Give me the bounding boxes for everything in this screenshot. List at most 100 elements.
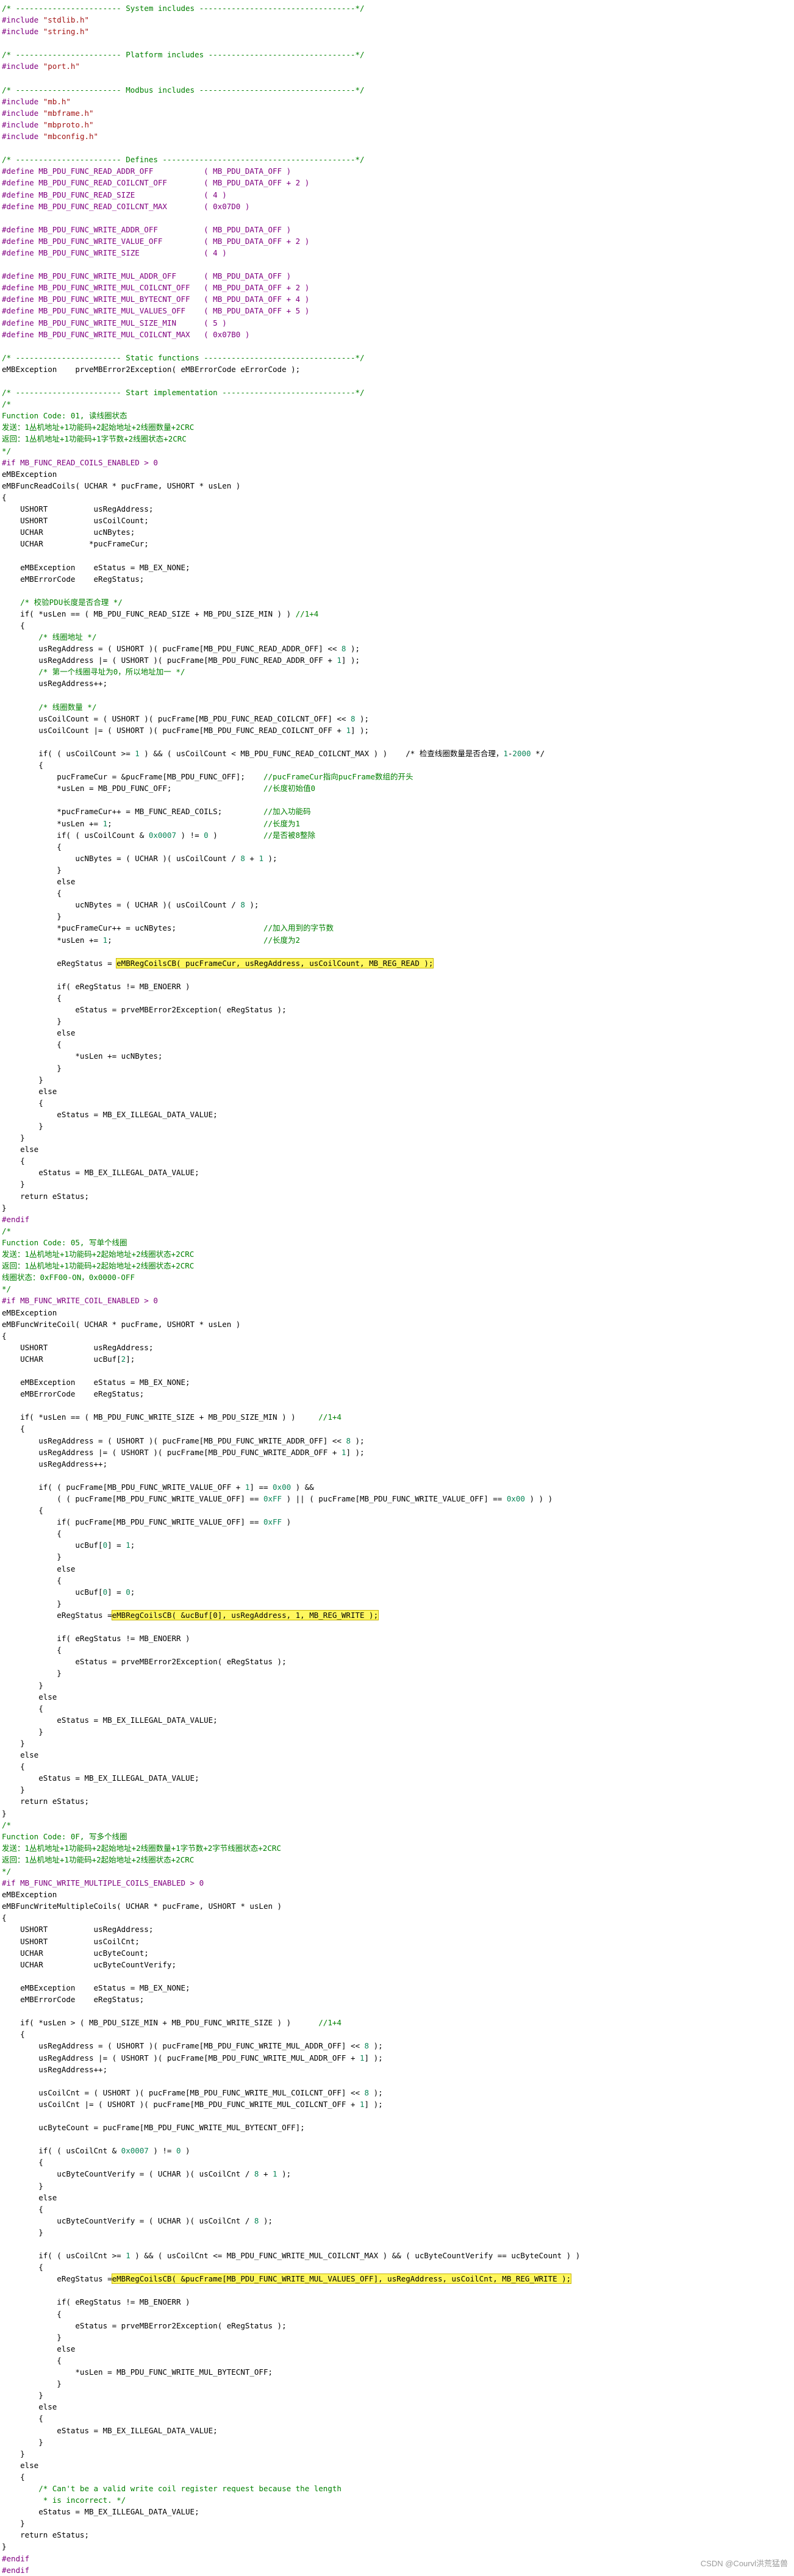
code-line: } (2, 1017, 62, 1026)
code-line: #include "mb.h" (2, 96, 71, 106)
code-line: else (2, 1564, 76, 1573)
code-line: else (2, 1145, 39, 1154)
code-line: ucBuf[0] = 0; (2, 1587, 135, 1597)
code-line: */ (2, 446, 12, 456)
code-line: { (2, 1156, 25, 1166)
code-line: { (2, 760, 43, 770)
highlighted-callback-call: eMBRegCoilsCB( pucFrameCur, usRegAddress… (116, 957, 434, 968)
code-line: eMBException eStatus = MB_EX_NONE; (2, 1378, 190, 1387)
code-line: 返回：1丛机地址+1功能码+2起始地址+2线圈状态+2CRC (2, 1855, 195, 1864)
code-line: * is incorrect. */ (2, 2496, 126, 2505)
code-line: eMBException (2, 1308, 57, 1317)
code-line: usCoilCount = ( USHORT )( pucFrame[MB_PD… (2, 714, 370, 723)
code-line: /* Can't be a valid write coil register … (2, 2483, 342, 2493)
code-line: Function Code: 05, 写单个线圈 (2, 1237, 127, 1247)
code-line: if( ( pucFrame[MB_PDU_FUNC_WRITE_VALUE_O… (2, 1482, 314, 1492)
code-editor: /* ----------------------- System includ… (0, 0, 794, 2576)
code-line: /* ----------------------- Defines -----… (2, 155, 365, 165)
code-line: 发送：1丛机地址+1功能码+2起始地址+2线圈数量+2CRC (2, 423, 195, 432)
code-line: { (2, 842, 62, 851)
code-line: /* (2, 399, 12, 409)
code-line: { (2, 2309, 62, 2319)
code-line: { (2, 2158, 43, 2167)
code-line: 发送：1丛机地址+1功能码+2起始地址+2线圈数量+1字节数+2字节线圈状态+2… (2, 1843, 281, 1853)
code-line: else (2, 1692, 57, 1701)
code-line: { (2, 1913, 7, 1923)
code-line: { (2, 889, 62, 898)
code-line: USHORT usCoilCnt; (2, 1936, 140, 1946)
code-line: #define MB_PDU_FUNC_READ_ADDR_OFF ( MB_P… (2, 166, 291, 176)
code-line: } (2, 1063, 62, 1073)
code-line: } (2, 2332, 62, 2342)
code-line: #include "mbproto.h" (2, 120, 94, 129)
code-line: } (2, 1179, 25, 1189)
code-line: eMBErrorCode eRegStatus; (2, 1389, 145, 1399)
code-line: eRegStatus =eMBRegCoilsCB( &pucFrame[MB_… (2, 2274, 572, 2284)
code-line: usRegAddress = ( USHORT )( pucFrame[MB_P… (2, 644, 360, 654)
code-line: } (2, 1738, 25, 1748)
code-line: usRegAddress = ( USHORT )( pucFrame[MB_P… (2, 1436, 365, 1445)
code-line: #include "mbconfig.h" (2, 132, 99, 141)
code-line: } (2, 1598, 62, 1608)
code-line: usRegAddress |= ( USHORT )( pucFrame[MB_… (2, 1447, 365, 1457)
code-line: USHORT usRegAddress; (2, 504, 154, 514)
code-line: if( *usLen == ( MB_PDU_FUNC_READ_SIZE + … (2, 609, 319, 618)
code-line: eStatus = prveMBError2Exception( eRegSta… (2, 1005, 287, 1015)
code-line: eStatus = MB_EX_ILLEGAL_DATA_VALUE; (2, 1168, 199, 1178)
code-line: usRegAddress = ( USHORT )( pucFrame[MB_P… (2, 2041, 383, 2051)
code-line: UCHAR *pucFrameCur; (2, 539, 149, 549)
code-line: #define MB_PDU_FUNC_WRITE_SIZE ( 4 ) (2, 248, 227, 257)
code-line: #if MB_FUNC_WRITE_MULTIPLE_COILS_ENABLED… (2, 1878, 204, 1888)
code-line: } (2, 865, 62, 875)
code-line: #include "string.h" (2, 27, 89, 37)
code-line: } (2, 1122, 43, 1131)
code-line: USHORT usRegAddress; (2, 1925, 154, 1934)
code-line: #define MB_PDU_FUNC_WRITE_MUL_VALUES_OFF… (2, 306, 310, 316)
code-line: if( ( usCoilCount >= 1 ) && ( usCoilCoun… (2, 749, 545, 758)
code-line: eMBErrorCode eRegStatus; (2, 1995, 145, 2005)
code-line: UCHAR ucBuf[2]; (2, 1354, 135, 1364)
code-line: /* 校验PDU长度是否合理 */ (2, 597, 123, 607)
code-line: /* 第一个线圈寻址为0，所以地址加一 */ (2, 667, 185, 677)
code-line: } (2, 1785, 25, 1795)
code-line: UCHAR ucByteCountVerify; (2, 1959, 176, 1969)
code-line: if( eRegStatus != MB_ENOERR ) (2, 1634, 190, 1644)
code-line: usRegAddress |= ( USHORT )( pucFrame[MB_… (2, 2053, 383, 2063)
code-line: 发送：1丛机地址+1功能码+2起始地址+2线圈状态+2CRC (2, 1250, 195, 1259)
code-line: ucByteCountVerify = ( UCHAR )( usCoilCnt… (2, 2169, 291, 2179)
code-line: { (2, 492, 7, 502)
code-line: *usLen += 1; //长度为2 (2, 935, 301, 945)
code-line: else (2, 1750, 39, 1760)
code-line: eMBFuncReadCoils( UCHAR * pucFrame, USHO… (2, 481, 241, 490)
code-line: /* (2, 1820, 12, 1830)
code-line: usCoilCnt = ( USHORT )( pucFrame[MB_PDU_… (2, 2088, 383, 2097)
code-line: { (2, 2472, 25, 2481)
code-line: { (2, 1645, 62, 1655)
code-line: */ (2, 1284, 12, 1294)
code-line: ucNBytes = ( UCHAR )( usCoilCount / 8 + … (2, 853, 277, 863)
code-line: /* ----------------------- System includ… (2, 4, 365, 13)
code-line: { (2, 2263, 43, 2272)
code-line: { (2, 2355, 62, 2365)
code-line: if( ( usCoilCnt >= 1 ) && ( usCoilCnt <=… (2, 2251, 581, 2261)
code-line: #if MB_FUNC_WRITE_COIL_ENABLED > 0 (2, 1296, 158, 1306)
code-line: if( eRegStatus != MB_ENOERR ) (2, 2297, 190, 2307)
code-line: else (2, 1028, 76, 1038)
code-line: usRegAddress++; (2, 2064, 108, 2074)
code-line: eMBException prveMBError2Exception( eMBE… (2, 364, 301, 374)
code-line: #include "mbframe.h" (2, 108, 94, 118)
code-line: } (2, 2181, 43, 2191)
